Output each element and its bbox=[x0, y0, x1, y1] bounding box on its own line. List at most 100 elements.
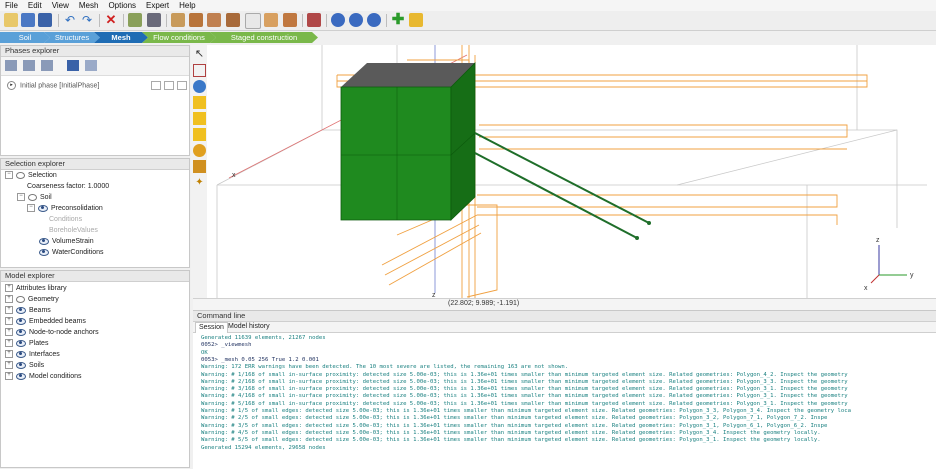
reset-coarseness-icon[interactable] bbox=[193, 128, 206, 141]
rotate-view-icon[interactable] bbox=[193, 80, 206, 93]
collapse-icon[interactable]: − bbox=[5, 171, 13, 180]
tree-selection[interactable]: − Selection bbox=[5, 171, 57, 180]
command-output-line: Warning: # 4/5 of small edges: detected … bbox=[201, 429, 821, 436]
eye-icon[interactable] bbox=[39, 248, 49, 256]
structures-view-icon[interactable] bbox=[189, 13, 203, 27]
phase-output-icon[interactable] bbox=[177, 81, 187, 90]
expand-icon[interactable]: + bbox=[5, 361, 13, 370]
eye-icon[interactable] bbox=[39, 237, 49, 245]
tree-selection-label: Selection bbox=[28, 172, 57, 179]
delete-icon[interactable]: ✕ bbox=[104, 13, 118, 27]
tree-soil[interactable]: − Soil bbox=[17, 193, 52, 202]
edit-phases-icon[interactable] bbox=[67, 60, 79, 71]
add-phase-icon[interactable] bbox=[5, 60, 17, 71]
tree-conditions: Conditions bbox=[49, 216, 83, 223]
select-cursor-icon[interactable]: ↖ bbox=[193, 48, 206, 61]
eye-icon[interactable] bbox=[16, 328, 26, 336]
wizard-icon[interactable] bbox=[409, 13, 423, 27]
menu-expert[interactable]: Expert bbox=[141, 0, 174, 11]
menu-options[interactable]: Options bbox=[103, 0, 141, 11]
phase-calc-icon[interactable] bbox=[151, 81, 161, 90]
eye-icon[interactable] bbox=[16, 306, 26, 314]
open-project-icon[interactable] bbox=[21, 13, 35, 27]
zoom-in-icon[interactable] bbox=[331, 13, 345, 27]
eye-icon[interactable] bbox=[16, 339, 26, 347]
expand-icon[interactable]: + bbox=[5, 328, 13, 337]
tab-flow-conditions[interactable]: Flow conditions bbox=[142, 32, 216, 43]
tab-mesh[interactable]: Mesh bbox=[94, 32, 148, 43]
house-view-icon[interactable] bbox=[264, 13, 278, 27]
tree-attributes-library[interactable]: + Attributes library bbox=[5, 284, 67, 293]
expand-icon[interactable]: + bbox=[5, 306, 13, 315]
expand-icon[interactable]: + bbox=[5, 317, 13, 326]
zoom-extents-icon[interactable] bbox=[367, 13, 381, 27]
eye-icon[interactable] bbox=[38, 204, 48, 212]
print-icon[interactable] bbox=[147, 13, 161, 27]
view-mesh-icon[interactable] bbox=[193, 160, 206, 173]
blank-view-icon[interactable] bbox=[245, 13, 261, 29]
tree-item-label: Interfaces bbox=[29, 351, 60, 358]
select-rectangle-icon[interactable] bbox=[193, 64, 206, 77]
expand-icon[interactable]: + bbox=[5, 339, 13, 348]
zoom-out-icon[interactable] bbox=[349, 13, 363, 27]
calculate-icon[interactable] bbox=[307, 13, 321, 27]
expand-icon[interactable]: + bbox=[5, 372, 13, 381]
refine-mesh-icon[interactable] bbox=[193, 96, 206, 109]
save-project-icon[interactable] bbox=[38, 13, 52, 27]
tree-item-label: Beams bbox=[29, 307, 51, 314]
eye-icon[interactable] bbox=[16, 317, 26, 325]
tab-session[interactable]: Session bbox=[195, 322, 228, 333]
collapse-icon[interactable]: − bbox=[27, 204, 35, 213]
tree-embedded-beams[interactable]: + Embedded beams bbox=[5, 317, 86, 326]
tab-structures[interactable]: Structures bbox=[44, 32, 100, 43]
phase-item-label: Initial phase [InitialPhase] bbox=[20, 82, 100, 90]
tree-interfaces[interactable]: + Interfaces bbox=[5, 350, 60, 359]
stage-view-icon[interactable] bbox=[283, 13, 297, 27]
mesh-view-icon[interactable] bbox=[207, 13, 221, 27]
expand-icon[interactable]: + bbox=[5, 295, 13, 304]
collapse-icon[interactable]: − bbox=[17, 193, 25, 202]
tree-item-label: Geometry bbox=[28, 296, 59, 303]
tree-node-to-node-anchors[interactable]: + Node-to-node anchors bbox=[5, 328, 99, 337]
tab-soil[interactable]: Soil bbox=[0, 32, 50, 43]
report-icon[interactable] bbox=[128, 13, 142, 27]
tree-beams[interactable]: + Beams bbox=[5, 306, 51, 315]
menu-file[interactable]: File bbox=[0, 0, 23, 11]
phase-item-initial[interactable]: ▸ Initial phase [InitialPhase] bbox=[7, 81, 99, 90]
axis-x-label: x bbox=[232, 172, 236, 179]
menu-edit[interactable]: Edit bbox=[23, 0, 47, 11]
tree-preconsolidation[interactable]: − Preconsolidation bbox=[27, 204, 103, 213]
generate-mesh-icon[interactable] bbox=[193, 144, 206, 157]
phase-log-icon[interactable] bbox=[164, 81, 174, 90]
add-icon[interactable]: ✚ bbox=[391, 12, 405, 27]
eye-icon[interactable] bbox=[16, 372, 26, 380]
tree-water-conditions[interactable]: WaterConditions bbox=[39, 248, 104, 257]
model-viewport[interactable]: x z z y x bbox=[207, 45, 936, 298]
new-project-icon[interactable] bbox=[4, 13, 18, 27]
tree-soils[interactable]: + Soils bbox=[5, 361, 44, 370]
wand-icon[interactable]: ✦ bbox=[193, 176, 206, 189]
redo-icon[interactable]: ↷ bbox=[80, 13, 94, 27]
flow-view-icon[interactable] bbox=[226, 13, 240, 27]
tree-volume-strain[interactable]: VolumeStrain bbox=[39, 237, 94, 246]
tree-plates[interactable]: + Plates bbox=[5, 339, 48, 348]
tree-geometry[interactable]: + Geometry bbox=[5, 295, 59, 304]
selection-explorer-title: Selection explorer bbox=[1, 159, 189, 170]
menu-help[interactable]: Help bbox=[174, 0, 200, 11]
eye-icon[interactable] bbox=[16, 361, 26, 369]
anchor-node bbox=[647, 221, 651, 225]
tab-model-history[interactable]: Model history bbox=[225, 322, 273, 332]
delete-phase-icon[interactable] bbox=[41, 60, 53, 71]
insert-phase-icon[interactable] bbox=[23, 60, 35, 71]
undo-icon[interactable]: ↶ bbox=[63, 13, 77, 27]
coarsen-mesh-icon[interactable] bbox=[193, 112, 206, 125]
tree-model-conditions[interactable]: + Model conditions bbox=[5, 372, 82, 381]
soil-view-icon[interactable] bbox=[171, 13, 185, 27]
menu-view[interactable]: View bbox=[47, 0, 74, 11]
eye-icon[interactable] bbox=[16, 350, 26, 358]
expand-icon[interactable]: + bbox=[5, 284, 13, 293]
tab-staged-construction[interactable]: Staged construction bbox=[210, 32, 318, 43]
menu-mesh[interactable]: Mesh bbox=[74, 0, 104, 11]
expand-icon[interactable]: + bbox=[5, 350, 13, 359]
copy-phase-icon[interactable] bbox=[85, 60, 97, 71]
